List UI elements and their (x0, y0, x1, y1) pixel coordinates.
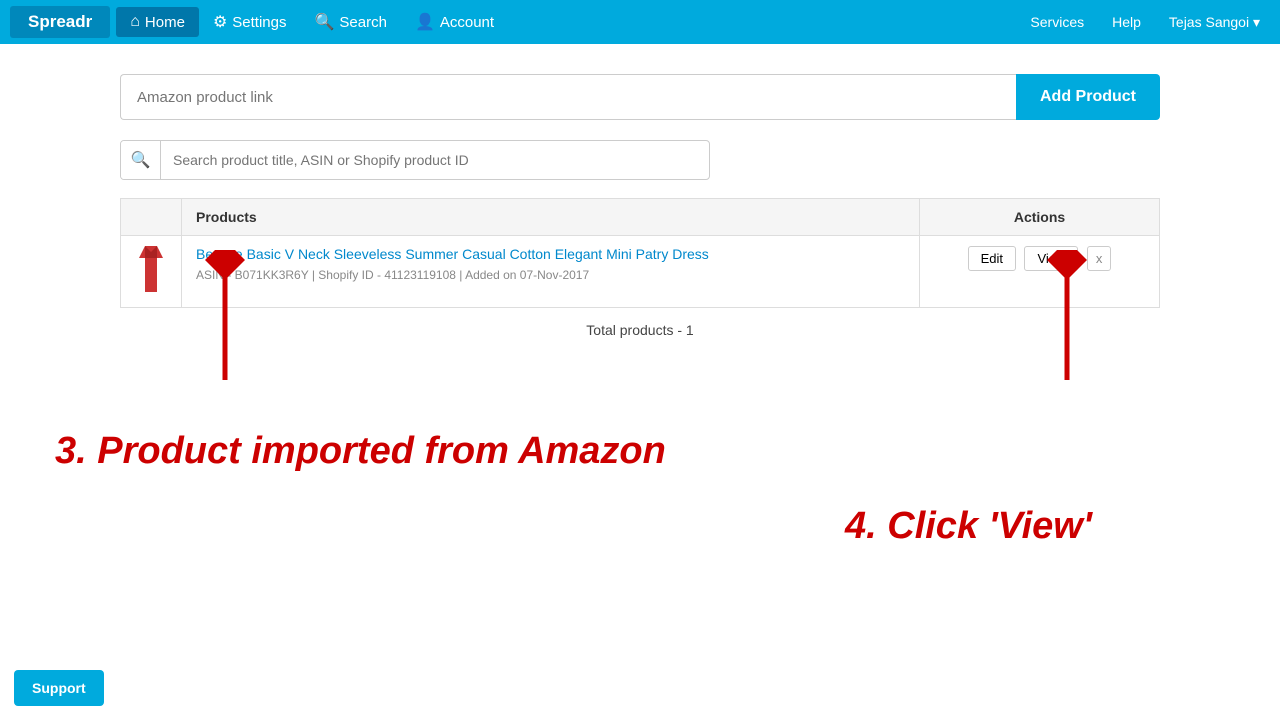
add-product-button[interactable]: Add Product (1016, 74, 1160, 120)
add-product-row: Add Product (120, 74, 1160, 120)
home-icon: ⌂ (130, 13, 140, 31)
nav-user[interactable]: Tejas Sangoi ▾ (1159, 9, 1270, 36)
search-icon: 🔍 (314, 12, 334, 32)
gear-icon: ⚙ (213, 12, 227, 32)
product-info-cell: Beyove Basic V Neck Sleeveless Summer Ca… (182, 236, 920, 308)
product-image-cell (121, 236, 182, 308)
nav-brand[interactable]: Spreadr (10, 6, 110, 38)
account-icon: 👤 (415, 12, 435, 32)
nav-right: Services Help Tejas Sangoi ▾ (1020, 9, 1270, 36)
main-content: Add Product 🔍 Products Actions (0, 44, 1280, 358)
product-meta: ASIN - B071KK3R6Y | Shopify ID - 4112311… (196, 268, 589, 282)
step3-annotation: 3. Product imported from Amazon (55, 430, 666, 473)
col-products: Products (182, 199, 920, 236)
nav-help[interactable]: Help (1102, 9, 1151, 35)
nav-account[interactable]: 👤 Account (401, 6, 508, 38)
support-button[interactable]: Support (14, 670, 104, 706)
table-row: Beyove Basic V Neck Sleeveless Summer Ca… (121, 236, 1160, 308)
search-icon: 🔍 (131, 150, 151, 170)
nav-settings[interactable]: ⚙ Settings (199, 6, 301, 38)
product-actions-cell: Edit View x (920, 236, 1160, 308)
view-button[interactable]: View (1024, 246, 1078, 271)
col-actions: Actions (920, 199, 1160, 236)
delete-button[interactable]: x (1087, 246, 1112, 271)
product-title-link[interactable]: Beyove Basic V Neck Sleeveless Summer Ca… (196, 246, 905, 262)
nav-home[interactable]: ⌂ Home (116, 7, 199, 37)
product-image (135, 246, 167, 292)
table-header-row: Products Actions (121, 199, 1160, 236)
product-table: Products Actions Beyove Basic V Neck Sle… (120, 198, 1160, 308)
total-products: Total products - 1 (120, 322, 1160, 338)
edit-button[interactable]: Edit (968, 246, 1016, 271)
col-image (121, 199, 182, 236)
nav-search[interactable]: 🔍 Search (300, 6, 400, 38)
nav-services[interactable]: Services (1020, 9, 1094, 35)
step4-annotation: 4. Click 'View' (845, 505, 1092, 548)
navbar: Spreadr ⌂ Home ⚙ Settings 🔍 Search 👤 Acc… (0, 0, 1280, 44)
search-icon-button[interactable]: 🔍 (121, 140, 161, 180)
amazon-link-input[interactable] (120, 74, 1016, 120)
search-row: 🔍 (120, 140, 710, 180)
product-search-input[interactable] (161, 152, 709, 168)
